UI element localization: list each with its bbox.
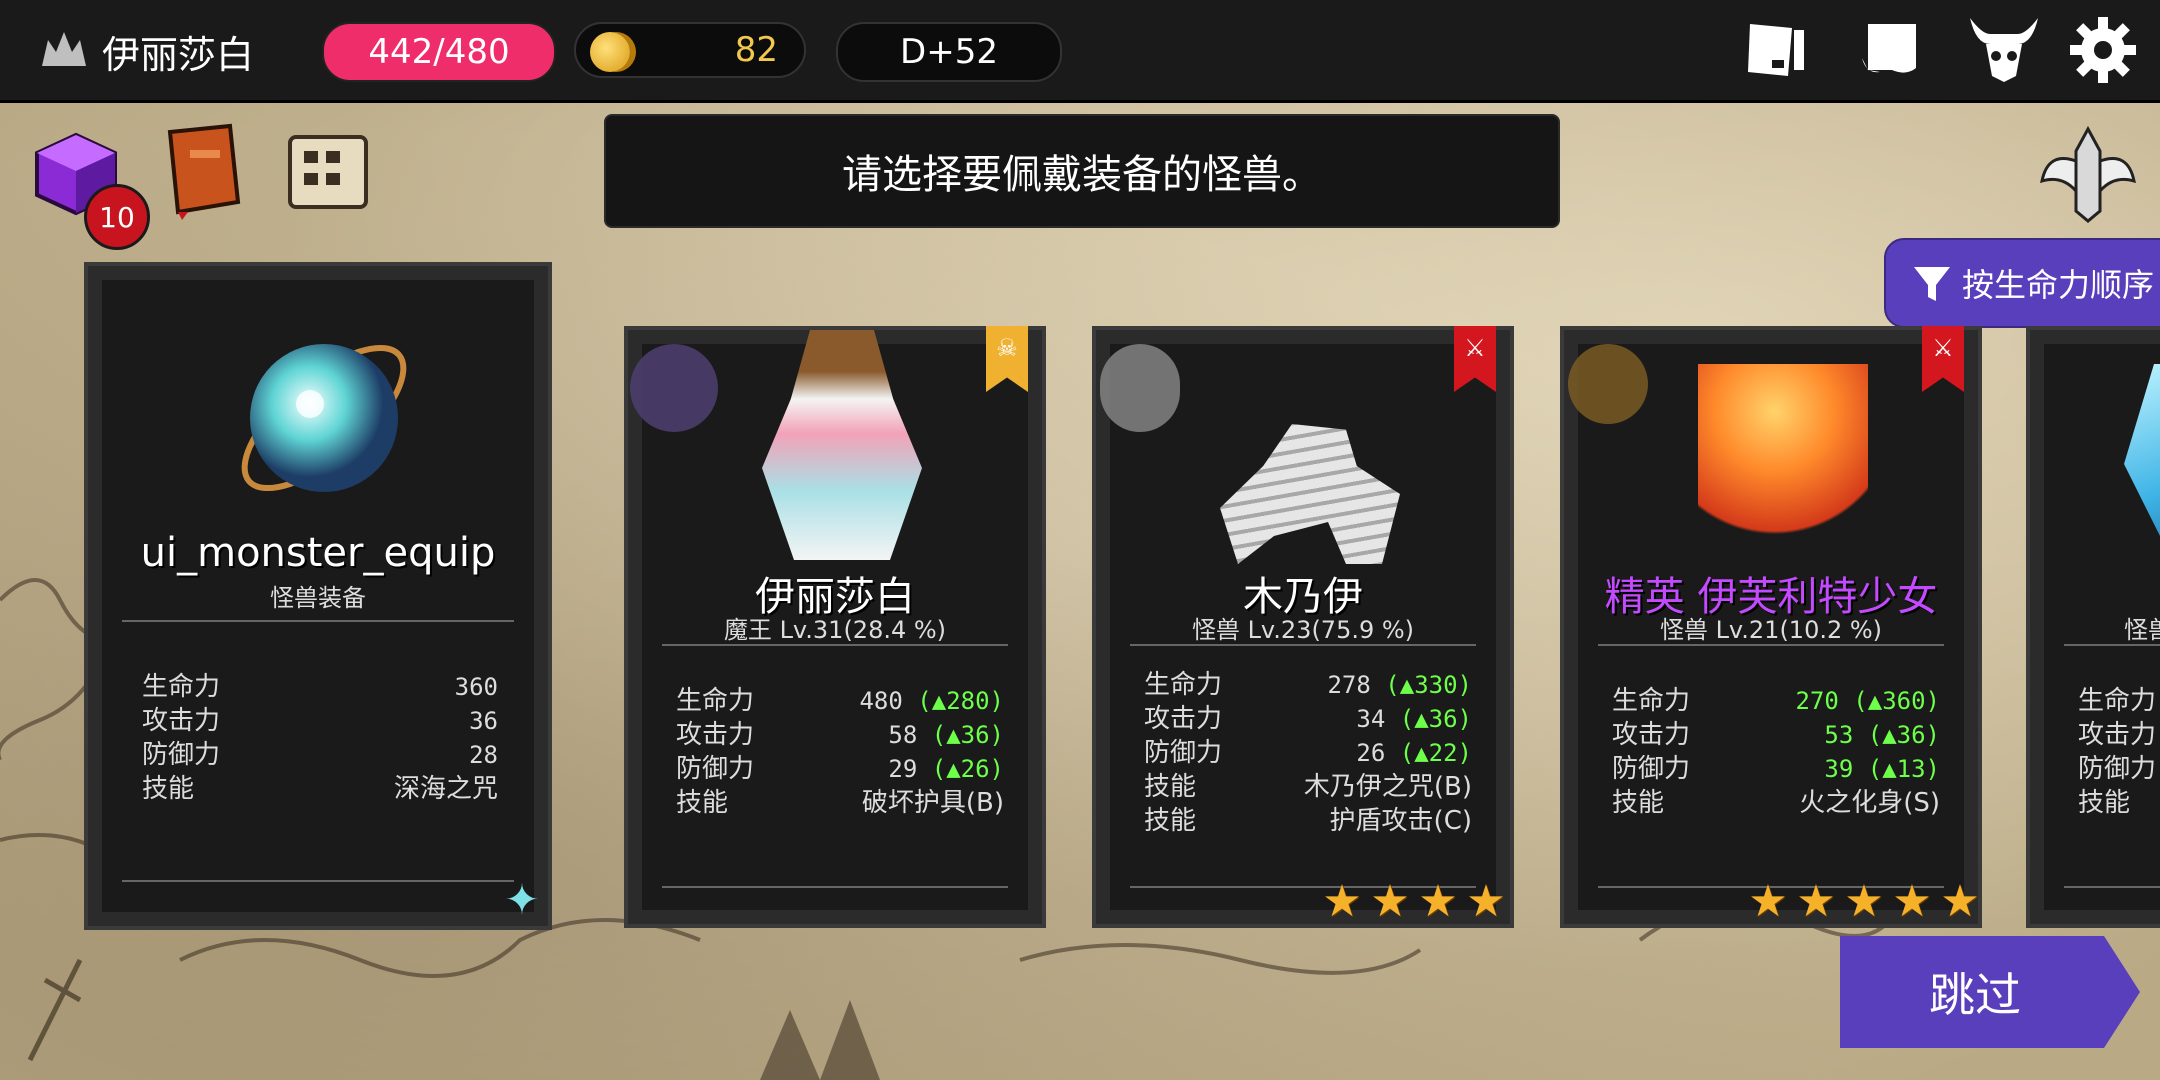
monster-sprite [1220, 424, 1400, 564]
player-name: 伊丽莎白 [102, 33, 255, 77]
stat-row: 技能 [2078, 788, 2131, 818]
gold-value: 82 [734, 30, 778, 70]
map-scroll-icon[interactable] [278, 126, 378, 218]
monster-stats: 生命力 攻击力 防御力 技能 [2078, 684, 2160, 820]
stat-row: 防御力 28 [142, 740, 498, 770]
divider [2064, 644, 2160, 646]
stat-row: 生命力 480 (▲280) [676, 686, 1004, 716]
chest-badge-count: 10 [99, 200, 135, 234]
instruction-text: 请选择要佩戴装备的怪兽。 [842, 152, 1322, 198]
star-icon: ★ [1370, 876, 1410, 927]
day-value: D+52 [900, 32, 998, 72]
star-icon: ★ [1418, 876, 1458, 927]
stat-row: 攻击力 58 (▲36) [676, 720, 1004, 750]
star-icon: ★ [1466, 876, 1506, 927]
stat-row: 生命力 270 (▲360) [1612, 686, 1940, 716]
demon-crown-icon [38, 26, 90, 74]
stat-row: 技能 护盾攻击(C) [1144, 806, 1472, 836]
star-icon: ★ [1322, 876, 1362, 927]
gear-icon[interactable] [2066, 14, 2140, 86]
stat-row: 生命力 278 (▲330) [1144, 670, 1472, 700]
monster-stats: 生命力 270 (▲360) 攻击力 53 (▲36) 防御力 39 (▲13) 技能… [1612, 684, 1940, 820]
divider [662, 886, 1008, 888]
equip-card: ui_monster_equip 怪兽装备 生命力 360 攻击力 36 防御力 28… [84, 262, 552, 930]
monster-card[interactable]: 伊丽莎白 魔王 Lv.31(28.4 %) 生命力 480 (▲280) 攻击力 5… [624, 326, 1046, 928]
divider [122, 880, 514, 882]
monster-level: 怪兽 [2124, 616, 2160, 644]
star-icon: ★ [1892, 876, 1932, 927]
stat-row: 防御力 29 (▲26) [676, 754, 1004, 784]
star-icon: ★ [1796, 876, 1836, 927]
stat-row: 生命力 [2078, 686, 2157, 716]
monster-level: 怪兽 Lv.21(10.2 %) [1659, 616, 1883, 644]
rarity-star-icon: ✦ [504, 875, 540, 924]
winged-helmet-icon[interactable] [2036, 118, 2140, 228]
monster-sprite [1698, 364, 1868, 554]
stat-row: 防御力 [2078, 754, 2157, 784]
hp-bar: 442/480 [322, 22, 556, 82]
skip-button[interactable]: 跳过 [1840, 936, 2140, 1048]
day-counter: D+52 [836, 22, 1062, 82]
stat-row: 生命力 360 [142, 672, 498, 702]
equip-subtitle: 怪兽装备 [270, 584, 366, 612]
divider [1598, 644, 1944, 646]
monster-card[interactable]: 精英 伊芙利特少女 怪兽 Lv.21(10.2 %) 生命力 270 (▲360)… [1560, 326, 1982, 928]
scroll-icon[interactable] [1854, 16, 1928, 82]
stat-row: 攻击力 34 (▲36) [1144, 704, 1472, 734]
red-book-icon[interactable] [158, 120, 248, 224]
sort-button[interactable]: 按生命力顺序 [1884, 238, 2160, 328]
monster-level: 魔王 Lv.31(28.4 %) [723, 616, 947, 644]
hp-value: 442/480 [368, 32, 510, 72]
equip-stats: 生命力 360 攻击力 36 防御力 28 技能 深海之咒 [142, 670, 498, 806]
stat-row: 技能 深海之咒 [142, 774, 498, 804]
crystal-orb-icon [214, 308, 434, 528]
monster-stats: 生命力 480 (▲280) 攻击力 58 (▲36) 防御力 29 (▲26) 技能… [676, 684, 1004, 820]
monster-card[interactable]: 怪兽 生命力 攻击力 防御力 技能 [2026, 326, 2160, 928]
gold-counter: 82 [574, 22, 806, 78]
monster-card[interactable]: 木乃伊 怪兽 Lv.23(75.9 %) 生命力 278 (▲330) 攻击力 34… [1092, 326, 1514, 928]
top-bar: 伊丽莎白 442/480 82 D+52 [0, 0, 2160, 103]
equip-name: ui_monster_equip [140, 530, 496, 576]
sort-label: 按生命力顺序 [1962, 266, 2155, 304]
sword-icon [27, 958, 83, 1062]
pine-tree-icon [760, 1000, 880, 1080]
divider [122, 620, 514, 622]
stat-row: 防御力 39 (▲13) [1612, 754, 1940, 784]
stat-row: 技能 火之化身(S) [1612, 788, 1940, 818]
fur-equipment-icon [1568, 344, 1648, 424]
gold-coin-icon [590, 32, 630, 72]
divider [662, 644, 1008, 646]
helmet-equipment-icon [1100, 344, 1180, 432]
stat-row: 攻击力 [2078, 720, 2157, 750]
armor-equipment-icon [630, 344, 718, 432]
monster-sprite [762, 330, 922, 560]
demon-horns-icon[interactable] [1966, 14, 2042, 84]
stat-row: 攻击力 36 [142, 706, 498, 736]
filter-icon [1914, 267, 1950, 301]
instruction-banner: 请选择要佩戴装备的怪兽。 [604, 114, 1560, 228]
skip-label: 跳过 [1929, 968, 2021, 1022]
monster-level: 怪兽 Lv.23(75.9 %) [1191, 616, 1415, 644]
star-rating: ★ ★ ★ ★ ★ [1746, 880, 1982, 924]
star-icon: ★ [1748, 876, 1788, 927]
star-rating: ★ ★ ★ ★ [1320, 880, 1508, 924]
stat-row: 攻击力 53 (▲36) [1612, 720, 1940, 750]
star-icon: ★ [1940, 876, 1980, 927]
star-icon: ★ [1844, 876, 1884, 927]
stat-row: 技能 木乃伊之咒(B) [1144, 772, 1472, 802]
divider [1130, 644, 1476, 646]
monster-sprite [2124, 364, 2160, 564]
chest-badge: 10 [84, 184, 150, 250]
stat-row: 防御力 26 (▲22) [1144, 738, 1472, 768]
monster-stats: 生命力 278 (▲330) 攻击力 34 (▲36) 防御力 26 (▲22) 技能… [1144, 668, 1472, 838]
divider [2064, 886, 2160, 888]
stat-row: 技能 破坏护具(B) [676, 788, 1004, 818]
book-icon[interactable] [1742, 16, 1816, 82]
